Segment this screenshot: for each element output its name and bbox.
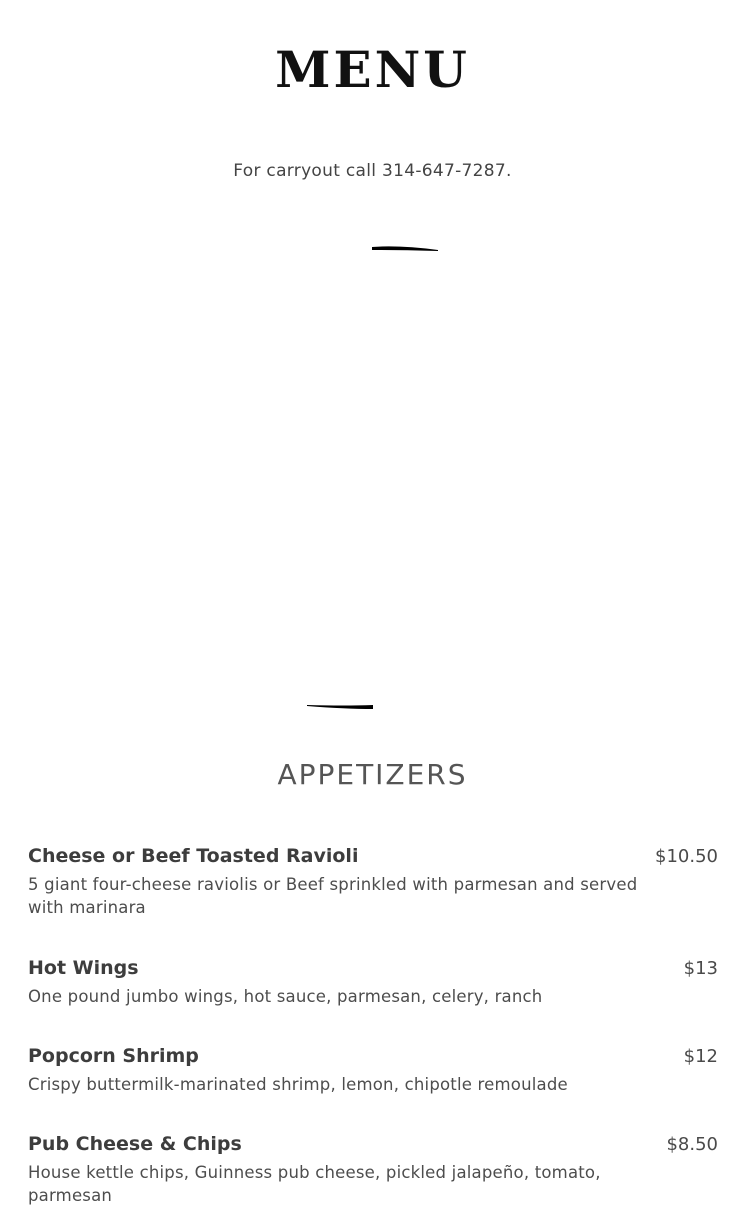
- menu-item-name: Popcorn Shrimp: [28, 1045, 199, 1067]
- menu-item-price: $10.50: [655, 846, 718, 867]
- section-title-appetizers: APPETIZERS: [277, 758, 468, 791]
- carryout-phone-text: For carryout call 314-647-7287.: [233, 161, 512, 181]
- menu-item-name: Pub Cheese & Chips: [28, 1133, 242, 1155]
- appetizers-list: Cheese or Beef Toasted Ravioli $10.50 5 …: [28, 842, 718, 1210]
- brush-stroke-divider-top: [372, 246, 438, 251]
- menu-item-price: $12: [683, 1046, 718, 1067]
- menu-item-description: House kettle chips, Guinness pub cheese,…: [28, 1163, 601, 1205]
- brush-stroke-divider-bottom: [307, 705, 373, 709]
- menu-item-name: Cheese or Beef Toasted Ravioli: [28, 845, 359, 867]
- menu-item-price: $8.50: [666, 1134, 718, 1155]
- menu-item-description: 5 giant four-cheese raviolis or Beef spr…: [28, 875, 638, 917]
- menu-item-description: Crispy buttermilk-marinated shrimp, lemo…: [28, 1075, 568, 1094]
- menu-item-name: Hot Wings: [28, 957, 139, 979]
- menu-item: Pub Cheese & Chips $8.50 House kettle ch…: [28, 1130, 718, 1210]
- menu-item: Cheese or Beef Toasted Ravioli $10.50 5 …: [28, 842, 718, 954]
- menu-item-header: Hot Wings $13: [28, 954, 718, 983]
- menu-item-price: $13: [683, 958, 718, 979]
- menu-item: Hot Wings $13 One pound jumbo wings, hot…: [28, 954, 718, 1042]
- menu-item-header: Pub Cheese & Chips $8.50: [28, 1130, 718, 1159]
- menu-item-header: Cheese or Beef Toasted Ravioli $10.50: [28, 842, 718, 871]
- menu-item: Popcorn Shrimp $12 Crispy buttermilk-mar…: [28, 1042, 718, 1130]
- page-title: MENU: [275, 40, 470, 99]
- menu-item-description: One pound jumbo wings, hot sauce, parmes…: [28, 987, 543, 1006]
- menu-item-header: Popcorn Shrimp $12: [28, 1042, 718, 1071]
